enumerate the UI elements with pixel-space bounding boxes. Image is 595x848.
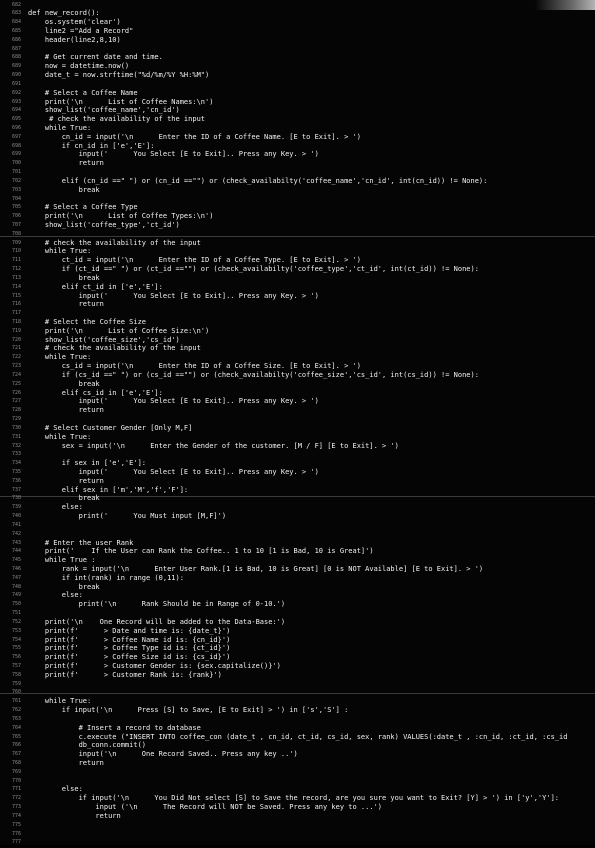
code-editor[interactable]: 682 683 def new_record(): 684 os.system('cl… xyxy=(0,0,595,845)
line-number: 777 xyxy=(11,839,21,846)
code-line[interactable]: 777 xyxy=(0,838,595,847)
